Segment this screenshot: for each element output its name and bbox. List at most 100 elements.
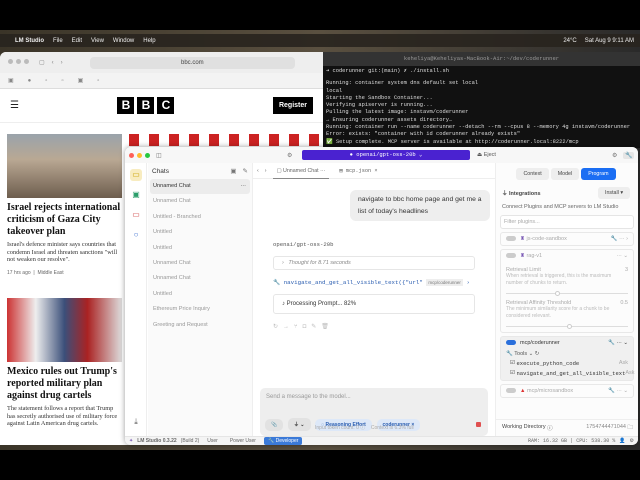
tool-permission[interactable]: Ask: [625, 370, 634, 377]
mode-user[interactable]: User: [203, 437, 222, 445]
new-folder-icon[interactable]: ▣: [230, 167, 236, 175]
chat-list-item[interactable]: Unnamed Chat: [148, 256, 252, 271]
retrieval-limit-slider[interactable]: [506, 291, 628, 296]
weather-status[interactable]: 24°C: [563, 38, 576, 44]
terminal-title: keheliya@Keheliyas-MacBook-Air:~/dev/cod…: [323, 52, 640, 66]
address-bar[interactable]: bbc.com: [89, 56, 295, 69]
tab-program[interactable]: Program: [581, 168, 616, 180]
bookmark-icon[interactable]: ▫: [97, 78, 99, 84]
plugin-js-code-sandbox[interactable]: ♜ js-code-sandbox 🔧 ··· ›: [500, 232, 634, 246]
zoom-button[interactable]: [145, 152, 150, 158]
article-card[interactable]: Mexico rules out Trump's reported milita…: [7, 298, 122, 428]
folder-icon[interactable]: 🗀: [627, 424, 633, 433]
plugin-rag-v1[interactable]: ♜ rag-v1 ··· ⌄ Retrieval Limit 3 When retr…: [500, 249, 634, 333]
sidebar-icon[interactable]: ▢: [39, 59, 45, 66]
chat-title: Unnamed Chat: [153, 198, 191, 205]
window-controls[interactable]: [8, 59, 32, 66]
plugin-toggle[interactable]: [506, 388, 516, 394]
plugin-coderunner[interactable]: mcp/coderunner 🔧 ··· ⌄ 🔧 Tools ⌄ ↻ ☑ exec…: [500, 336, 635, 381]
tools-dropdown[interactable]: 🔧 Tools ⌄ ↻: [506, 351, 628, 357]
settings-icon[interactable]: ⚙: [630, 438, 634, 444]
right-panel: Context Model Program ⏚ Integrations Instal…: [495, 163, 638, 436]
gear-icon[interactable]: ⚙: [612, 152, 617, 159]
clock[interactable]: Sat Aug 9 9:11 AM: [585, 38, 634, 44]
stop-button[interactable]: [476, 422, 481, 427]
tool-item[interactable]: ☑ navigate_and_get_all_visible_text Ask: [506, 370, 635, 377]
menu-view[interactable]: View: [91, 38, 104, 44]
plugin-microsandbox[interactable]: ▲ mcp/microsandbox 🔧 ··· ⌄: [500, 384, 634, 398]
eject-button[interactable]: ⏏ Eject: [477, 152, 496, 158]
app-menu[interactable]: LM Studio: [15, 38, 44, 44]
plugin-toggle[interactable]: [506, 236, 516, 242]
back-icon[interactable]: ‹: [257, 168, 259, 174]
article-card[interactable]: Israel rejects international criticism o…: [7, 134, 122, 276]
thought-toggle[interactable]: › Thought for 8.71 seconds: [273, 256, 475, 270]
sidebar-toggle-icon[interactable]: ◫: [156, 152, 162, 159]
download-icon[interactable]: ⤓: [130, 416, 142, 428]
terminal-icon[interactable]: ▣: [130, 189, 142, 201]
tool-permission[interactable]: Ask: [619, 360, 628, 367]
more-icon[interactable]: ···: [240, 179, 246, 194]
settings-icon[interactable]: ⚙: [287, 152, 292, 159]
tool-item[interactable]: ☑ execute_python_code Ask: [506, 360, 628, 367]
terminal-output[interactable]: ➜ coderunner git:(main) ✗ ./install.sh Ru…: [323, 66, 640, 148]
chat-list-item[interactable]: Unnamed Chat: [148, 271, 252, 286]
article-summary: Israel's defence minister says countries…: [7, 241, 118, 263]
back-icon[interactable]: ‹: [52, 60, 54, 66]
menu-file[interactable]: File: [53, 38, 63, 44]
message-actions[interactable]: ↻→⑂⧉✎🗑: [273, 323, 334, 330]
mode-developer[interactable]: 🔧 Developer: [263, 437, 303, 445]
bookmark-icon[interactable]: ●: [28, 78, 32, 84]
plugin-icon[interactable]: ⏚ ⌄: [287, 418, 311, 431]
integrations-description: Connect Plugins and MCP servers to LM St…: [502, 204, 619, 210]
chat-list-item[interactable]: Untitled: [148, 225, 252, 240]
article-headline[interactable]: Mexico rules out Trump's reported milita…: [7, 366, 122, 402]
tool-call[interactable]: 🔧 navigate_and_get_all_visible_text({"ur…: [273, 279, 470, 286]
tab-model[interactable]: Model: [550, 168, 580, 180]
bookmark-icon[interactable]: ▣: [8, 77, 14, 84]
chat-title: Greeting and Request: [153, 321, 208, 328]
search-icon[interactable]: ○: [130, 229, 142, 241]
article-section[interactable]: Middle East: [38, 270, 64, 276]
menu-window[interactable]: Window: [113, 38, 134, 44]
attach-icon[interactable]: 📎: [265, 419, 284, 431]
bookmark-icon[interactable]: ▫: [45, 78, 47, 84]
chat-area: ‹ › ▢ Unnamed Chat ··· ▤ mcp.json × navig…: [253, 163, 495, 436]
bookmark-icon[interactable]: ▣: [78, 77, 84, 84]
tab-context[interactable]: Context: [516, 168, 549, 180]
install-button[interactable]: Install ▾: [598, 187, 630, 199]
forward-icon[interactable]: ›: [61, 60, 63, 66]
tab-mcp-json[interactable]: ▤ mcp.json ×: [335, 163, 381, 179]
plugin-toggle[interactable]: [506, 253, 516, 259]
model-selector[interactable]: ● openai/gpt-oss-20b ⌄: [302, 150, 470, 160]
mode-power-user[interactable]: Power User: [226, 437, 260, 445]
user-message: navigate to bbc home page and get me a l…: [350, 190, 490, 221]
menu-search-icon[interactable]: ☰: [10, 100, 19, 111]
forward-icon[interactable]: ›: [265, 168, 267, 174]
menu-help[interactable]: Help: [143, 38, 155, 44]
chat-list-item[interactable]: Untitled: [148, 241, 252, 256]
tab-unnamed-chat[interactable]: ▢ Unnamed Chat ···: [272, 163, 330, 179]
article-headline[interactable]: Israel rejects international criticism o…: [7, 202, 122, 238]
plugin-toggle-on[interactable]: [506, 340, 516, 346]
bbc-header: ☰ BBC Register: [0, 89, 323, 123]
chat-list-item[interactable]: Greeting and Request: [148, 318, 252, 333]
affinity-slider[interactable]: [506, 324, 628, 329]
minimize-button[interactable]: [137, 152, 142, 158]
bbc-logo[interactable]: BBC: [117, 97, 175, 114]
new-chat-icon[interactable]: ✎: [243, 167, 248, 175]
chat-list-item[interactable]: Unnamed Chat ···: [150, 179, 250, 195]
register-button[interactable]: Register: [272, 97, 313, 114]
filter-plugins-input[interactable]: Filter plugins...: [500, 215, 634, 229]
chat-list-item[interactable]: Untitled - Branched: [148, 210, 252, 225]
chat-list-item[interactable]: Untitled: [148, 287, 252, 302]
user-icon[interactable]: 👤: [619, 438, 625, 444]
menu-edit[interactable]: Edit: [72, 38, 82, 44]
close-button[interactable]: [129, 152, 134, 158]
chat-list-item[interactable]: Unnamed Chat: [148, 194, 252, 209]
folder-icon[interactable]: ▭: [130, 209, 142, 221]
bookmark-icon[interactable]: ▫: [61, 78, 63, 84]
chat-list-item[interactable]: Ethereum Price Inquiry: [148, 302, 252, 317]
wrench-icon[interactable]: 🔧: [623, 151, 635, 159]
chat-icon[interactable]: ▭: [130, 169, 142, 181]
